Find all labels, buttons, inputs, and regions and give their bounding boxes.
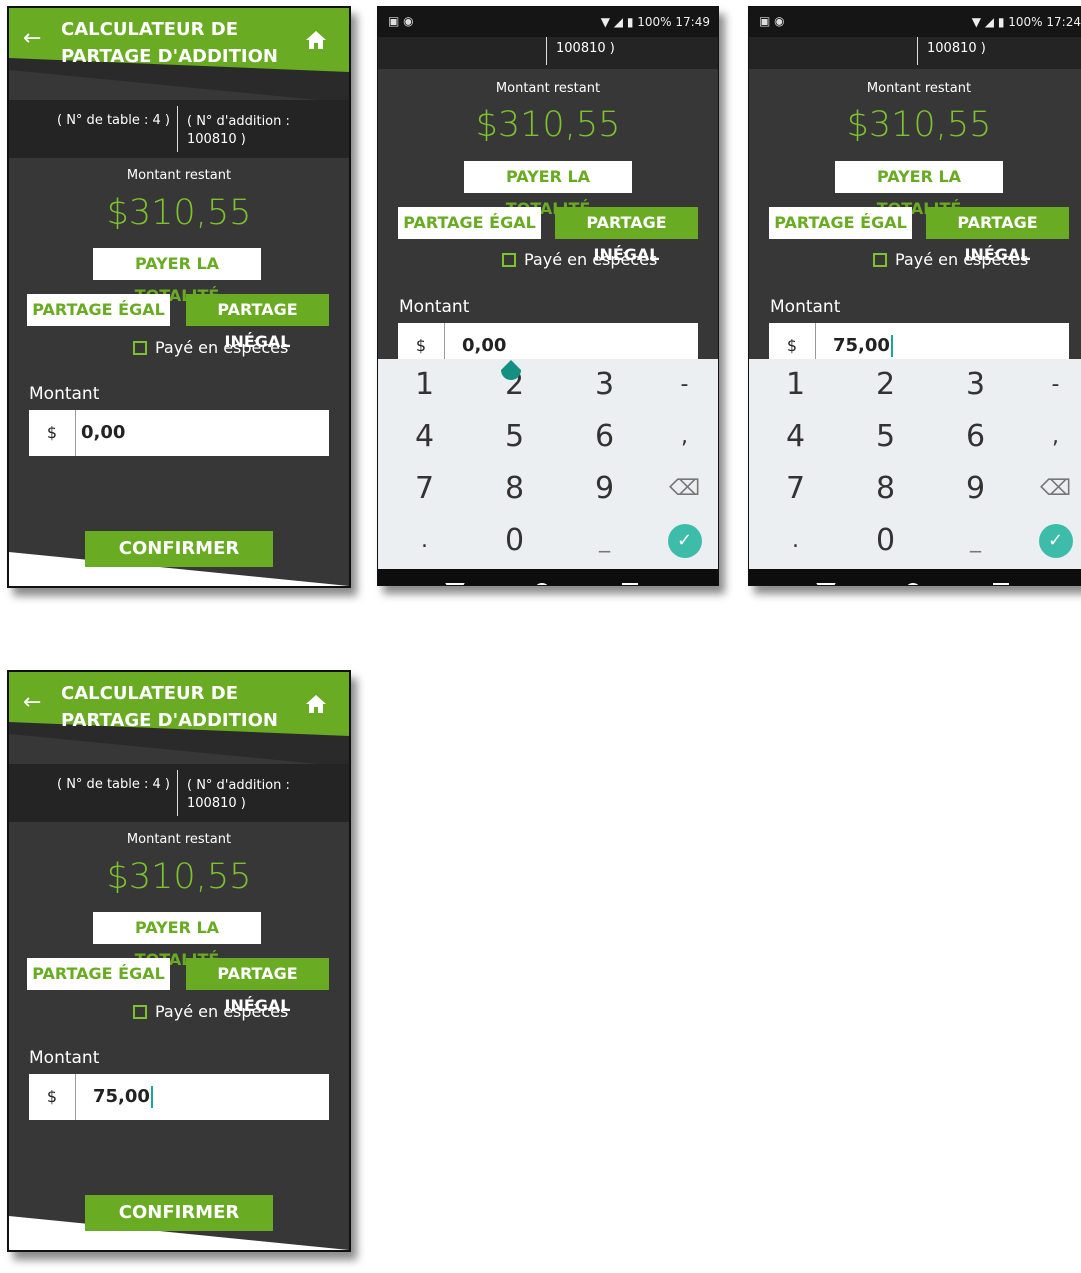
cash-checkbox-row[interactable]: Payé en espèces	[873, 250, 1028, 269]
home-circle-icon[interactable]	[532, 581, 552, 586]
key-minus[interactable]: -	[1013, 359, 1081, 411]
screen-3: ▣ ◉ ▼ ◢ ▮ 100% 17:24 100810 ) Montant re…	[748, 6, 1081, 586]
equal-split-button[interactable]: PARTAGE ÉGAL	[398, 207, 541, 239]
notification-icons: ▣ ◉	[388, 14, 414, 28]
key-8[interactable]: 8	[472, 463, 557, 515]
cash-label: Payé en espèces	[895, 250, 1029, 269]
remaining-amount: $310,55	[846, 105, 992, 145]
signal-icon: ◢	[613, 15, 623, 29]
pay-all-button[interactable]: PAYER LA TOTALITÉ	[464, 161, 632, 218]
done-key[interactable]: ✓	[1013, 515, 1081, 567]
key-dot[interactable]: .	[382, 515, 467, 567]
signal-icon: ◢	[984, 15, 994, 29]
key-5[interactable]: 5	[472, 411, 557, 463]
key-3[interactable]: 3	[933, 359, 1018, 411]
divider	[546, 37, 547, 65]
key-0[interactable]: 0	[843, 515, 928, 567]
numeric-keypad: 1 2 3 - 4 5 6 , 7 8 9 ⌫ . 0 _ ✓	[749, 359, 1081, 569]
key-9[interactable]: 9	[562, 463, 647, 515]
cash-checkbox[interactable]	[502, 252, 516, 267]
clock: 17:24	[1046, 15, 1081, 29]
battery-level: 100%	[637, 15, 672, 29]
footer-shape	[9, 1216, 349, 1250]
bill-info-bar: 100810 )	[749, 37, 1081, 69]
key-6[interactable]: 6	[933, 411, 1018, 463]
android-nav-bar	[378, 569, 718, 586]
key-0[interactable]: 0	[472, 515, 557, 567]
back-triangle-icon[interactable]	[816, 581, 836, 586]
key-1[interactable]: 1	[382, 359, 467, 411]
recents-square-icon[interactable]	[991, 581, 1011, 586]
notification-icons: ▣ ◉	[759, 14, 785, 28]
addition-number: 100810 )	[556, 41, 615, 56]
home-circle-icon[interactable]	[903, 581, 923, 586]
addition-number: 100810 )	[927, 41, 986, 56]
bill-info-bar: 100810 )	[378, 37, 718, 69]
cash-checkbox[interactable]	[873, 252, 887, 267]
backspace-icon[interactable]: ⌫	[642, 463, 718, 515]
key-comma[interactable]: ,	[642, 411, 718, 463]
key-dot[interactable]: .	[753, 515, 838, 567]
done-key[interactable]: ✓	[642, 515, 718, 567]
status-bar: ▣ ◉ ▼ ◢ ▮ 100% 17:49	[378, 7, 718, 37]
confirm-button[interactable]: CONFIRMER	[85, 531, 273, 567]
battery-icon: ▮	[626, 15, 634, 29]
unequal-split-button[interactable]: PARTAGE INÉGAL	[926, 207, 1069, 264]
cash-label: Payé en espèces	[524, 250, 658, 269]
cash-checkbox-row[interactable]: Payé en espèces	[502, 250, 657, 269]
unequal-split-button[interactable]: PARTAGE INÉGAL	[555, 207, 698, 264]
text-caret	[890, 335, 893, 357]
screen-4: ← CALCULATEUR DE PARTAGE D'ADDITION ( N°…	[7, 670, 351, 1252]
backspace-icon[interactable]: ⌫	[1013, 463, 1081, 515]
key-5[interactable]: 5	[843, 411, 928, 463]
status-bar: ▣ ◉ ▼ ◢ ▮ 100% 17:24	[749, 7, 1081, 37]
text-cursor-handle[interactable]	[500, 360, 522, 384]
key-minus[interactable]: -	[642, 359, 718, 411]
amount-label: Montant	[770, 297, 841, 317]
status-right: ▼ ◢ ▮ 100% 17:49	[601, 15, 710, 29]
key-1[interactable]: 1	[753, 359, 838, 411]
key-comma[interactable]: ,	[1013, 411, 1081, 463]
key-4[interactable]: 4	[382, 411, 467, 463]
key-3[interactable]: 3	[562, 359, 647, 411]
wifi-icon: ▼	[971, 15, 981, 29]
equal-split-button[interactable]: PARTAGE ÉGAL	[769, 207, 912, 239]
key-2[interactable]: 2	[843, 359, 928, 411]
remaining-amount: $310,55	[475, 105, 621, 145]
remaining-label: Montant restant	[866, 81, 972, 96]
numeric-keypad: 1 2 3 - 4 5 6 , 7 8 9 ⌫ . 0 _ ✓	[378, 359, 718, 569]
battery-icon: ▮	[997, 15, 1005, 29]
key-space[interactable]: _	[933, 515, 1018, 567]
battery-level: 100%	[1008, 15, 1043, 29]
status-right: ▼ ◢ ▮ 100% 17:24	[972, 15, 1081, 29]
key-7[interactable]: 7	[753, 463, 838, 515]
back-triangle-icon[interactable]	[445, 581, 465, 586]
footer-shape	[9, 552, 349, 586]
screen-2: ▣ ◉ ▼ ◢ ▮ 100% 17:49 100810 ) Montant re…	[377, 6, 719, 586]
remaining-label: Montant restant	[495, 81, 601, 96]
check-icon: ✓	[1038, 524, 1073, 558]
recents-square-icon[interactable]	[620, 581, 640, 586]
key-4[interactable]: 4	[753, 411, 838, 463]
key-8[interactable]: 8	[843, 463, 928, 515]
key-space[interactable]: _	[562, 515, 647, 567]
clock: 17:49	[675, 15, 710, 29]
check-icon: ✓	[667, 524, 702, 558]
key-6[interactable]: 6	[562, 411, 647, 463]
divider	[917, 37, 918, 65]
pay-all-button[interactable]: PAYER LA TOTALITÉ	[835, 161, 1003, 218]
wifi-icon: ▼	[600, 15, 610, 29]
key-9[interactable]: 9	[933, 463, 1018, 515]
key-7[interactable]: 7	[382, 463, 467, 515]
screen-1: ← CALCULATEUR DE PARTAGE D'ADDITION ( N°…	[7, 6, 351, 588]
confirm-button[interactable]: CONFIRMER	[85, 1195, 273, 1231]
android-nav-bar	[749, 569, 1081, 586]
amount-label: Montant	[399, 297, 470, 317]
